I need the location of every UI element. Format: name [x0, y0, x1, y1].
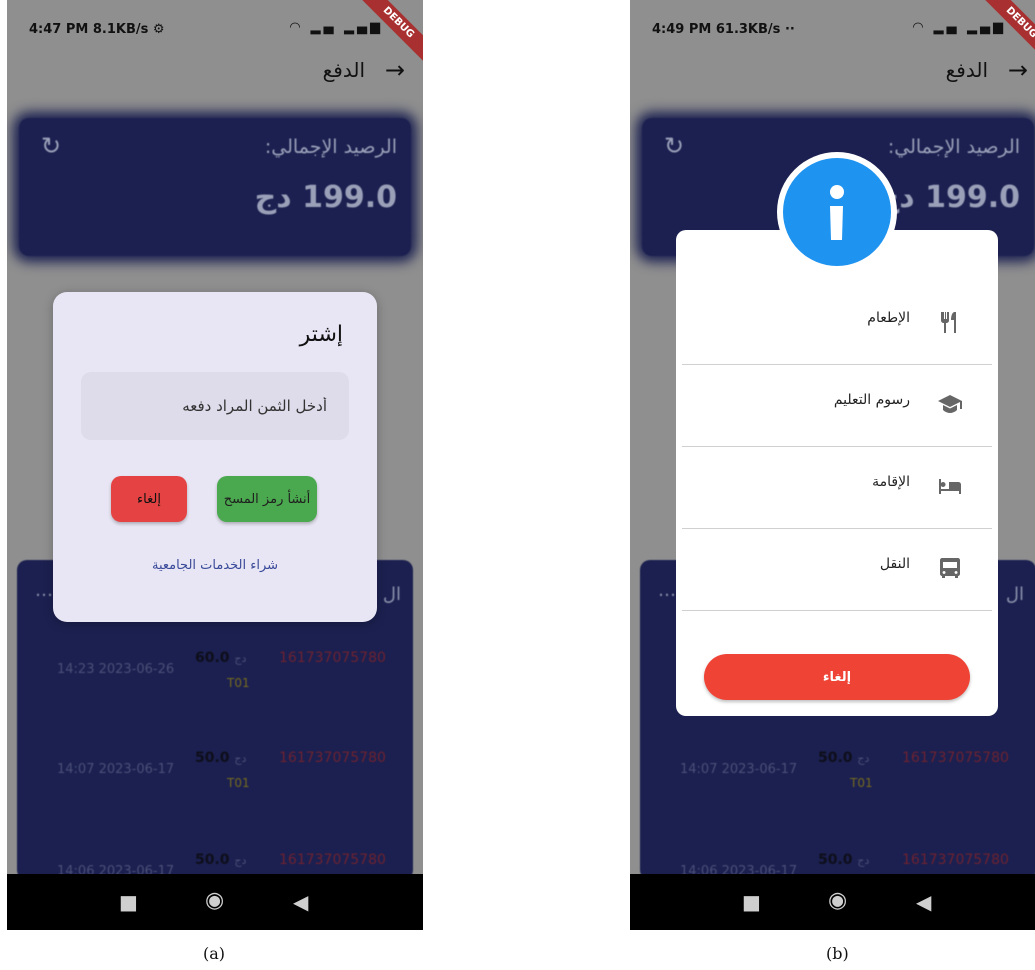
- service-item-transport[interactable]: النقل: [682, 528, 992, 611]
- status-bar: 4:49 PM 61.3KB/s ·· ◠ ▂▄ ▂▄▆: [630, 0, 1035, 52]
- transaction-currency: دج: [857, 854, 870, 867]
- bed-icon: [939, 479, 961, 494]
- graduation-cap-icon: [938, 395, 962, 413]
- transactions-header: ال: [382, 584, 401, 605]
- recents-square-icon[interactable]: ■: [742, 890, 761, 914]
- transactions-header: ال: [1005, 584, 1024, 605]
- transaction-ref: 161737075780: [902, 750, 1009, 766]
- balance-card: ↻ الرصيد الإجمالي: 199.0 دج: [19, 118, 411, 256]
- transaction-amount: دج 50.0: [195, 750, 247, 766]
- status-time: 4:49 PM: [652, 22, 712, 37]
- status-speed: 8.1KB/s: [92, 22, 149, 37]
- phone-screen-b: 4:49 PM 61.3KB/s ·· ◠ ▂▄ ▂▄▆ DEBUG → الد…: [630, 0, 1035, 930]
- service-item-tuition[interactable]: رسوم التعليم: [682, 364, 992, 447]
- service-label: الإطعام: [867, 310, 910, 326]
- page-title: الدفع: [322, 58, 365, 82]
- caption-b: (b): [826, 944, 849, 963]
- app-bar: → الدفع: [7, 52, 423, 92]
- status-bar: 4:47 PM 8.1KB/s ⚙ ◠ ▂▄ ▂▄▆: [7, 0, 423, 52]
- recents-square-icon[interactable]: ■: [119, 890, 138, 914]
- home-circle-icon[interactable]: ◉: [828, 888, 847, 913]
- system-nav-bar: ■ ◉ ◀: [7, 874, 423, 930]
- wifi-signal-icons: ◠ ▂▄ ▂▄▆: [912, 20, 1006, 35]
- info-icon: [830, 185, 844, 240]
- balance-amount: 199.0 دج: [877, 180, 1020, 215]
- purchase-dialog: إشتر إلغاء أنشأ رمز المسح شراء الخدمات ا…: [53, 292, 377, 622]
- phone-screen-a: 4:47 PM 8.1KB/s ⚙ ◠ ▂▄ ▂▄▆ DEBUG → الدفع…: [7, 0, 423, 930]
- service-label: رسوم التعليم: [833, 392, 910, 408]
- transaction-currency: دج: [234, 652, 247, 665]
- transaction-code: T01: [227, 676, 250, 690]
- services-dialog: الإطعام رسوم التعليم الإقامة النقل إلغاء: [676, 230, 998, 716]
- transaction-date: 14:07 2023-06-17: [57, 762, 175, 777]
- transaction-code: T01: [850, 776, 873, 790]
- transaction-amount: دج 50.0: [195, 852, 247, 868]
- cancel-button[interactable]: إلغاء: [704, 654, 970, 700]
- transaction-amount: دج 50.0: [818, 750, 870, 766]
- info-badge: [777, 152, 897, 272]
- buy-services-link[interactable]: شراء الخدمات الجامعية: [53, 558, 377, 573]
- caption-a: (a): [203, 944, 226, 963]
- transaction-code: T01: [227, 776, 250, 790]
- more-dots-icon: ··: [784, 22, 795, 37]
- transaction-currency: دج: [234, 752, 247, 765]
- transaction-amount: دج 50.0: [818, 852, 870, 868]
- restaurant-icon: [941, 312, 956, 333]
- service-item-housing[interactable]: الإقامة: [682, 446, 992, 529]
- balance-amount: 199.0 دج: [254, 180, 397, 215]
- price-input[interactable]: [81, 372, 349, 440]
- transaction-date: 14:07 2023-06-17: [680, 762, 798, 777]
- transaction-ref: 161737075780: [902, 852, 1009, 868]
- balance-label: الرصيد الإجمالي:: [264, 136, 397, 158]
- back-triangle-icon[interactable]: ◀: [293, 890, 308, 914]
- page-title: الدفع: [945, 58, 988, 82]
- refresh-icon[interactable]: ↻: [664, 132, 684, 160]
- service-label: النقل: [879, 556, 910, 572]
- back-triangle-icon[interactable]: ◀: [916, 890, 931, 914]
- transaction-currency: دج: [857, 752, 870, 765]
- transaction-ref: 161737075780: [279, 750, 386, 766]
- balance-label: الرصيد الإجمالي:: [887, 136, 1020, 158]
- transaction-amount: دج 60.0: [195, 650, 247, 666]
- refresh-icon[interactable]: ↻: [41, 132, 61, 160]
- cancel-button[interactable]: إلغاء: [111, 476, 187, 522]
- transaction-date: 14:23 2023-06-26: [57, 662, 175, 677]
- status-time: 4:47 PM: [29, 22, 89, 37]
- transaction-ref: 161737075780: [279, 852, 386, 868]
- transaction-ref: 161737075780: [279, 650, 386, 666]
- create-qr-button[interactable]: أنشأ رمز المسح: [217, 476, 317, 522]
- transaction-row[interactable]: 14:07 2023-06-17 دج 50.0 161737075780 T0…: [640, 750, 1035, 810]
- transaction-row[interactable]: 14:07 2023-06-17 دج 50.0 161737075780 T0…: [17, 750, 413, 810]
- system-nav-bar: ■ ◉ ◀: [630, 874, 1035, 930]
- service-label: الإقامة: [872, 474, 910, 490]
- back-arrow-icon[interactable]: →: [385, 56, 405, 84]
- app-bar: → الدفع: [630, 52, 1035, 92]
- service-item-food[interactable]: الإطعام: [682, 282, 992, 365]
- home-circle-icon[interactable]: ◉: [205, 888, 224, 913]
- dialog-title: إشتر: [299, 322, 343, 347]
- back-arrow-icon[interactable]: →: [1008, 56, 1028, 84]
- status-speed: 61.3KB/s: [715, 22, 781, 37]
- wifi-signal-icons: ◠ ▂▄ ▂▄▆: [289, 20, 383, 35]
- gear-icon: ⚙: [152, 22, 165, 37]
- transaction-currency: دج: [234, 854, 247, 867]
- bus-icon: [940, 558, 960, 578]
- transaction-row[interactable]: 14:23 2023-06-26 دج 60.0 161737075780 T0…: [17, 650, 413, 710]
